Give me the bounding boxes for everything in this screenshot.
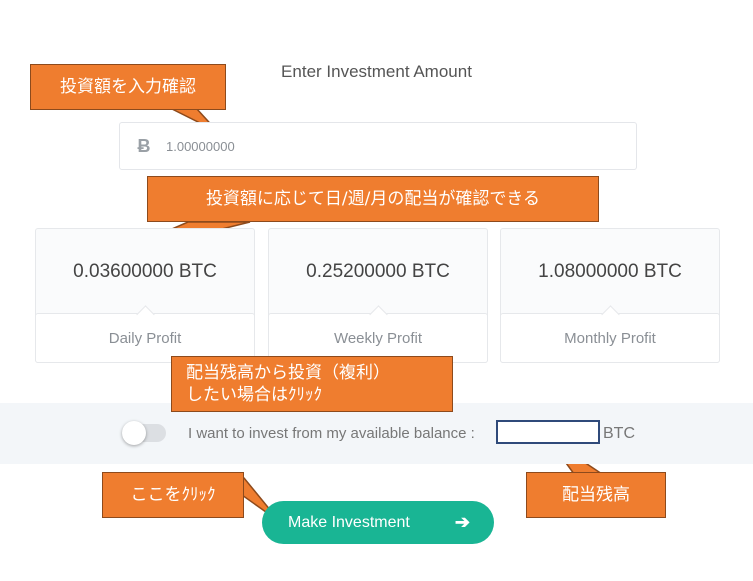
- callout-click-here: ここをｸﾘｯｸ: [102, 472, 244, 518]
- monthly-profit-value: 1.08000000 BTC: [538, 261, 682, 282]
- investment-amount-field[interactable]: Ƀ: [119, 122, 637, 170]
- balance-option-label: I want to invest from my available balan…: [188, 425, 475, 442]
- make-investment-label: Make Investment: [288, 513, 410, 531]
- toggle-knob[interactable]: [122, 421, 146, 445]
- investment-amount-input[interactable]: [164, 137, 588, 155]
- callout-balance: 配当残高: [526, 472, 666, 518]
- callout-compound-line1: 配当残高から投資（複利）: [186, 363, 390, 383]
- callout-compound: 配当残高から投資（複利） したい場合はｸﾘｯｸ: [171, 356, 453, 412]
- make-investment-button[interactable]: Make Investment ➔: [262, 501, 494, 544]
- monthly-profit-card: 1.08000000 BTC Monthly Profit: [500, 228, 720, 363]
- weekly-profit-value: 0.25200000 BTC: [306, 261, 450, 282]
- daily-profit-card: 0.03600000 BTC Daily Profit: [35, 228, 255, 363]
- arrow-right-icon: ➔: [454, 512, 470, 532]
- daily-profit-value: 0.03600000 BTC: [73, 261, 217, 282]
- bitcoin-icon: Ƀ: [137, 135, 151, 156]
- callout-profit-info: 投資額に応じて日/週/月の配当が確認できる: [147, 176, 599, 222]
- invest-from-balance-toggle[interactable]: [122, 421, 166, 445]
- callout-confirm-amount: 投資額を入力確認: [30, 64, 226, 110]
- available-balance-field[interactable]: [496, 420, 600, 444]
- balance-unit: BTC: [603, 425, 635, 442]
- weekly-profit-card: 0.25200000 BTC Weekly Profit: [268, 228, 488, 363]
- callout-compound-line2: したい場合はｸﾘｯｸ: [186, 385, 322, 405]
